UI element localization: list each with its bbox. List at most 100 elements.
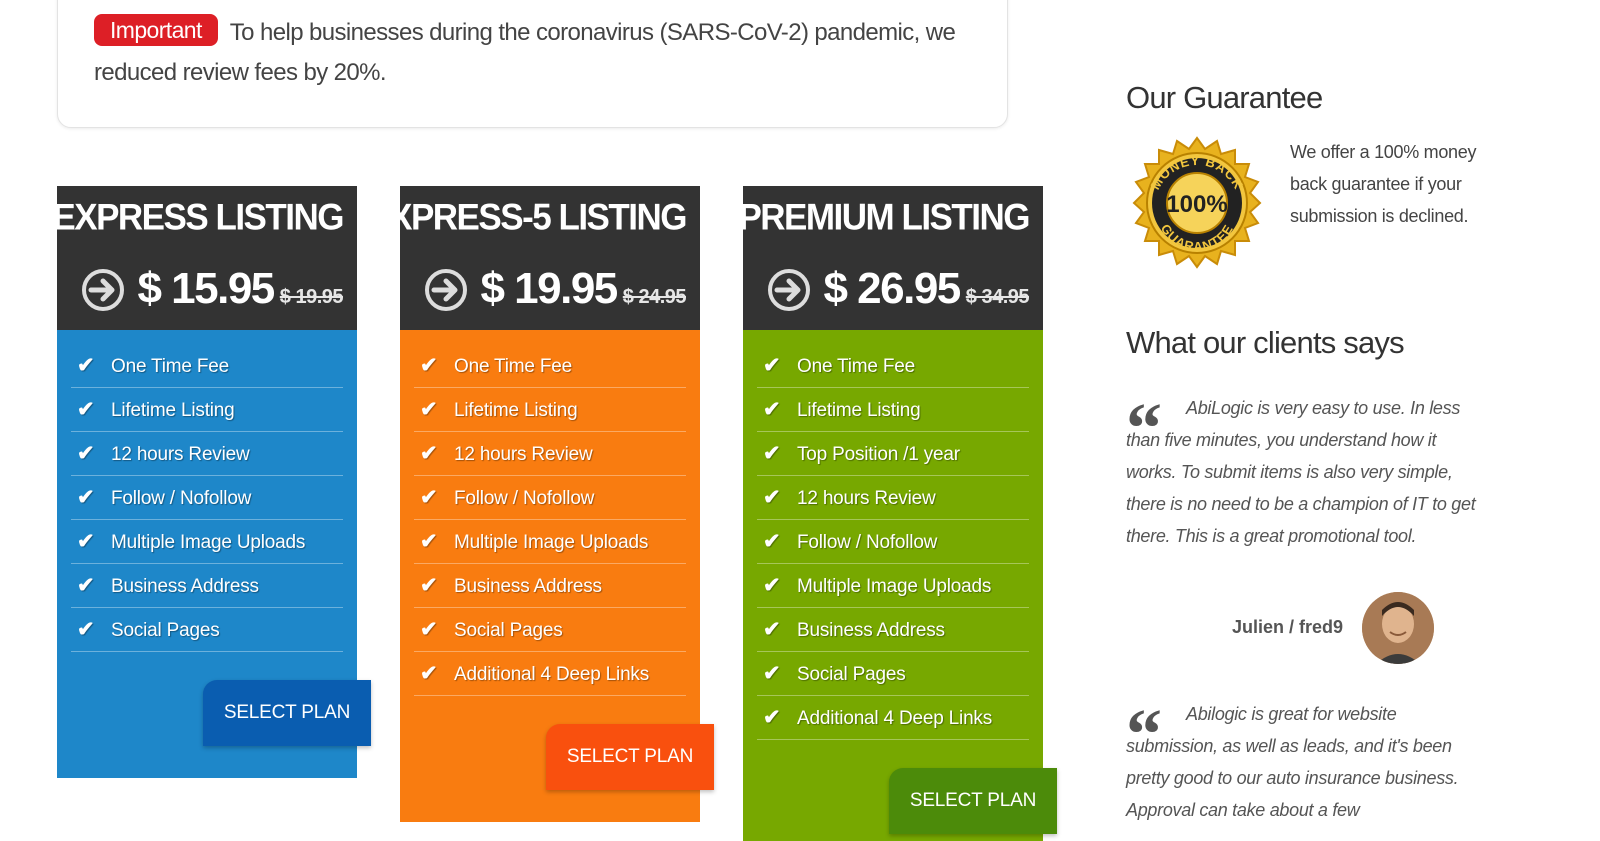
testimonial-text: AbiLogic is very easy to use. In less th…	[1126, 398, 1476, 546]
feature-item: ✔ Follow / Nofollow	[414, 476, 686, 520]
feature-item: ✔ 12 hours Review	[71, 432, 343, 476]
select-plan-button-premium[interactable]: SELECT PLAN	[889, 768, 1057, 834]
guarantee-heading: Our Guarantee	[1126, 80, 1323, 115]
select-plan-button-express-5[interactable]: SELECT PLAN	[546, 724, 714, 790]
feature-item: ✔ Additional 4 Deep Links	[414, 652, 686, 696]
check-icon: ✔	[763, 706, 781, 729]
feature-label: Business Address	[111, 576, 259, 597]
arrow-right-circle-icon	[425, 269, 467, 311]
plan-header: PREMIUM LISTING $ 26.95 $ 34.95	[738, 186, 1043, 330]
check-icon: ✔	[420, 398, 438, 421]
feature-item: ✔ Social Pages	[414, 608, 686, 652]
feature-item: ✔ Business Address	[71, 564, 343, 608]
check-icon: ✔	[77, 574, 95, 597]
price-old: $ 34.95	[965, 286, 1030, 308]
check-icon: ✔	[763, 530, 781, 553]
avatar-photo	[1362, 592, 1434, 664]
feature-label: One Time Fee	[111, 356, 229, 377]
check-icon: ✔	[77, 618, 95, 641]
check-icon: ✔	[420, 530, 438, 553]
plan-price: $ 26.95 $ 34.95	[823, 264, 1029, 314]
testimonial-author: Julien / fred9	[1232, 617, 1344, 637]
feature-item: ✔ Top Position /1 year	[757, 432, 1029, 476]
check-icon: ✔	[420, 574, 438, 597]
check-icon: ✔	[77, 486, 95, 509]
feature-item: ✔ One Time Fee	[757, 344, 1029, 388]
check-icon: ✔	[77, 354, 95, 377]
feature-item: ✔ Additional 4 Deep Links	[757, 696, 1029, 740]
feature-label: Top Position /1 year	[797, 444, 960, 465]
testimonial-text: Abilogic is great for website submission…	[1126, 704, 1459, 820]
feature-item: ✔ Multiple Image Uploads	[757, 564, 1029, 608]
plan-title: EXPRESS LISTING	[52, 197, 344, 238]
feature-label: Social Pages	[111, 620, 220, 641]
feature-label: Business Address	[797, 620, 945, 641]
plan-price: $ 19.95 $ 24.95	[480, 264, 686, 314]
plan-price: $ 15.95 $ 19.95	[137, 264, 343, 314]
feature-label: Follow / Nofollow	[797, 532, 938, 553]
plan-header: EXPRESS-5 LISTING $ 19.95 $ 24.95	[367, 186, 700, 330]
check-icon: ✔	[77, 398, 95, 421]
feature-label: Lifetime Listing	[111, 400, 235, 421]
feature-item: ✔ 12 hours Review	[757, 476, 1029, 520]
feature-label: 12 hours Review	[797, 488, 936, 509]
feature-label: Multiple Image Uploads	[454, 532, 649, 553]
seal-center-text: 100%	[1166, 191, 1227, 218]
check-icon: ✔	[763, 442, 781, 465]
feature-item: ✔ Follow / Nofollow	[71, 476, 343, 520]
feature-item: ✔ Multiple Image Uploads	[414, 520, 686, 564]
feature-item: ✔ Social Pages	[71, 608, 343, 652]
check-icon: ✔	[77, 442, 95, 465]
plan-features: ✔ One Time Fee ✔ Lifetime Listing ✔ 12 hour…	[400, 330, 714, 822]
plan-title: PREMIUM LISTING	[738, 197, 1030, 238]
plan-card-express: EXPRESS LISTING $ 15.95 $ 19.95 ✔ One Time…	[52, 186, 371, 778]
check-icon: ✔	[763, 486, 781, 509]
feature-label: Follow / Nofollow	[454, 488, 595, 509]
price-current: $ 15.95	[137, 264, 275, 313]
feature-label: 12 hours Review	[454, 444, 593, 465]
check-icon: ✔	[763, 574, 781, 597]
price-old: $ 19.95	[279, 286, 344, 308]
price-current: $ 19.95	[480, 264, 618, 313]
feature-item: ✔ Lifetime Listing	[71, 388, 343, 432]
feature-label: Additional 4 Deep Links	[797, 708, 993, 729]
price-current: $ 26.95	[823, 264, 961, 313]
arrow-right-circle-icon	[82, 269, 124, 311]
check-icon: ✔	[763, 354, 781, 377]
feature-item: ✔ Lifetime Listing	[414, 388, 686, 432]
plan-title: EXPRESS-5 LISTING	[367, 197, 687, 238]
feature-item: ✔ Social Pages	[757, 652, 1029, 696]
feature-label: Social Pages	[454, 620, 563, 641]
guarantee-text: We offer a 100% money back guarantee if …	[1290, 142, 1477, 226]
feature-item: ✔ Business Address	[757, 608, 1029, 652]
plan-header: EXPRESS LISTING $ 15.95 $ 19.95	[52, 186, 357, 330]
feature-label: Follow / Nofollow	[111, 488, 252, 509]
feature-label: One Time Fee	[454, 356, 572, 377]
check-icon: ✔	[420, 662, 438, 685]
notice-box: Important To help businesses during the c…	[57, 0, 1008, 128]
notice-message: To help businesses during the coronaviru…	[94, 19, 956, 86]
clients-heading: What our clients says	[1126, 325, 1405, 360]
feature-item: ✔ Lifetime Listing	[757, 388, 1029, 432]
plan-card-express-5: EXPRESS-5 LISTING $ 19.95 $ 24.95 ✔ One Ti…	[367, 186, 714, 822]
arrow-right-circle-icon	[768, 269, 810, 311]
important-badge: Important	[94, 14, 218, 46]
check-icon: ✔	[420, 354, 438, 377]
feature-item: ✔ Business Address	[414, 564, 686, 608]
feature-label: One Time Fee	[797, 356, 915, 377]
feature-label: Multiple Image Uploads	[797, 576, 992, 597]
author-avatar	[1362, 592, 1434, 664]
feature-item: ✔ One Time Fee	[414, 344, 686, 388]
check-icon: ✔	[763, 398, 781, 421]
check-icon: ✔	[763, 662, 781, 685]
feature-label: Lifetime Listing	[454, 400, 578, 421]
plan-features: ✔ One Time Fee ✔ Lifetime Listing ✔ Top Pos…	[743, 330, 1057, 841]
notice-text-block: Important To help businesses during the c…	[94, 13, 974, 93]
plan-features: ✔ One Time Fee ✔ Lifetime Listing ✔ 12 hour…	[57, 330, 371, 778]
price-old: $ 24.95	[622, 286, 687, 308]
feature-item: ✔ One Time Fee	[71, 344, 343, 388]
feature-item: ✔ Multiple Image Uploads	[71, 520, 343, 564]
feature-label: Social Pages	[797, 664, 906, 685]
select-plan-button-express[interactable]: SELECT PLAN	[203, 680, 371, 746]
feature-label: Multiple Image Uploads	[111, 532, 306, 553]
